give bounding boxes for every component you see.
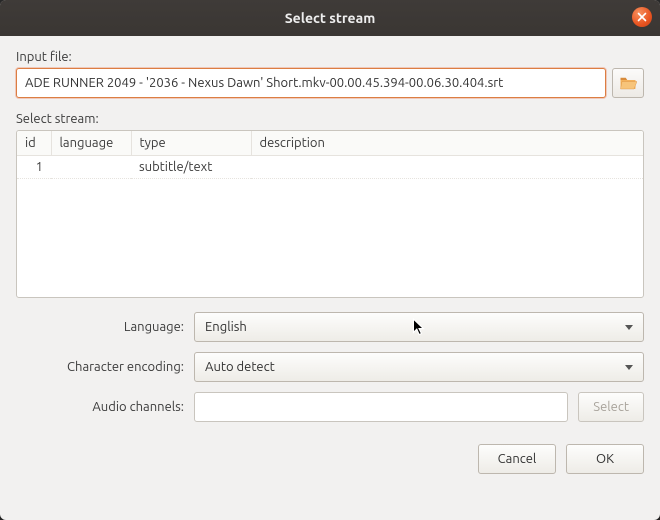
table-row[interactable]: 1 subtitle/text — [17, 155, 643, 178]
cancel-button[interactable]: Cancel — [478, 444, 556, 474]
chevron-down-icon — [625, 365, 633, 370]
input-file-label: Input file: — [16, 50, 644, 64]
input-file-row — [16, 68, 644, 98]
options-grid: Language: English Character encoding: Au… — [24, 312, 644, 422]
window-title: Select stream — [285, 10, 376, 26]
cell-description — [251, 155, 643, 178]
column-id[interactable]: id — [17, 131, 51, 155]
language-label: Language: — [24, 320, 184, 334]
chevron-down-icon — [625, 325, 633, 330]
input-file-field[interactable] — [16, 68, 606, 98]
dialog-window: Select stream Input file: Select stream: — [0, 0, 660, 520]
folder-icon — [619, 75, 637, 91]
close-button[interactable] — [632, 7, 652, 27]
encoding-label: Character encoding: — [24, 360, 184, 374]
language-combo[interactable]: English — [194, 312, 644, 342]
dialog-content: Input file: Select stream: id language — [0, 36, 660, 486]
close-icon — [637, 12, 647, 22]
table-header-row: id language type description — [17, 131, 643, 155]
audio-channels-label: Audio channels: — [24, 400, 184, 414]
column-type[interactable]: type — [131, 131, 251, 155]
cell-id: 1 — [17, 155, 51, 178]
stream-table: id language type description 1 subtitle/… — [17, 131, 643, 179]
encoding-value: Auto detect — [205, 360, 625, 374]
audio-channels-field[interactable] — [194, 392, 568, 422]
stream-table-container[interactable]: id language type description 1 subtitle/… — [16, 130, 644, 298]
audio-select-button: Select — [578, 392, 644, 422]
column-language[interactable]: language — [51, 131, 131, 155]
language-value: English — [205, 320, 625, 334]
cell-language — [51, 155, 131, 178]
column-description[interactable]: description — [251, 131, 643, 155]
browse-button[interactable] — [612, 68, 644, 98]
cell-type: subtitle/text — [131, 155, 251, 178]
titlebar: Select stream — [0, 0, 660, 36]
encoding-combo[interactable]: Auto detect — [194, 352, 644, 382]
ok-button[interactable]: OK — [566, 444, 644, 474]
select-stream-label: Select stream: — [16, 112, 644, 126]
stream-section: Select stream: id language type descript… — [16, 112, 644, 298]
button-bar: Cancel OK — [16, 442, 644, 474]
